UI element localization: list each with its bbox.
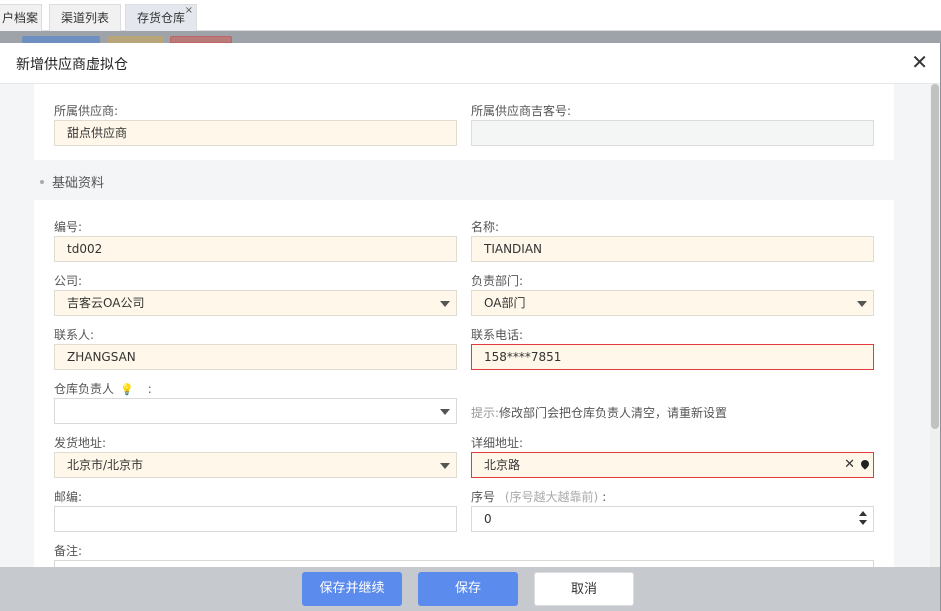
hint-text: 修改部门会把仓库负责人清空，请重新设置 bbox=[499, 406, 728, 420]
ship-address-value: 北京市/北京市 bbox=[67, 458, 144, 472]
stepper-down-icon[interactable] bbox=[859, 520, 867, 525]
supplier-field[interactable]: 甜点供应商 bbox=[54, 120, 457, 146]
basic-info-card: 编号: td002 名称: TIANDIAN 公司: 吉客云OA公司 负责部门:… bbox=[34, 200, 894, 567]
name-input[interactable]: TIANDIAN bbox=[471, 236, 874, 262]
save-button[interactable]: 保存 bbox=[418, 572, 518, 606]
tab-inventory-warehouse[interactable]: 存货仓库 × bbox=[125, 4, 197, 31]
cancel-button[interactable]: 取消 bbox=[534, 572, 634, 606]
background-button bbox=[170, 36, 232, 43]
company-label: 公司: bbox=[54, 274, 83, 288]
bullet-icon bbox=[40, 179, 44, 184]
seq-colon: : bbox=[602, 490, 607, 504]
contact-input[interactable]: ZHANGSAN bbox=[54, 344, 457, 370]
detail-address-label: 详细地址: bbox=[471, 436, 524, 450]
seq-label-text: 序号 bbox=[471, 490, 496, 504]
supplier-card: 所属供应商: 甜点供应商 所属供应商吉客号: bbox=[34, 84, 894, 160]
dept-select-value: OA部门 bbox=[484, 296, 526, 310]
section-title-text: 基础资料 bbox=[52, 176, 105, 191]
supplier-code-field bbox=[471, 120, 874, 146]
tab-label: 存货仓库 bbox=[136, 11, 185, 25]
caret-down-icon bbox=[440, 301, 450, 307]
background-button bbox=[22, 36, 100, 43]
manager-label: 仓库负责人 💡: bbox=[54, 380, 152, 397]
scrollbar-thumb[interactable] bbox=[931, 84, 939, 429]
tab-customer-archive[interactable]: 户档案 bbox=[0, 4, 42, 31]
hint-prefix: 提示: bbox=[471, 406, 500, 420]
modal-header: 新增供应商虚拟仓 ✕ bbox=[0, 43, 940, 84]
modal-footer: 保存并继续 保存 取消 bbox=[0, 567, 940, 611]
tab-close-icon[interactable]: × bbox=[185, 0, 193, 24]
add-supplier-virtual-warehouse-modal: 新增供应商虚拟仓 ✕ 所属供应商: 甜点供应商 所属供应商吉客号: 基础资料 编… bbox=[0, 43, 940, 611]
modal-body[interactable]: 所属供应商: 甜点供应商 所属供应商吉客号: 基础资料 编号: td002 名称… bbox=[0, 84, 930, 567]
tab-label: 渠道列表 bbox=[60, 11, 109, 25]
dept-hint: 提示:修改部门会把仓库负责人清空，请重新设置 bbox=[471, 404, 727, 421]
tab-bar: 户档案 渠道列表 存货仓库 × bbox=[0, 0, 941, 31]
company-select[interactable]: 吉客云OA公司 bbox=[54, 290, 457, 316]
tab-label: 户档案 bbox=[1, 11, 38, 25]
section-title: 基础资料 bbox=[40, 172, 104, 191]
ship-address-label: 发货地址: bbox=[54, 436, 107, 450]
number-input[interactable]: td002 bbox=[54, 236, 457, 262]
seq-value: 0 bbox=[484, 512, 492, 526]
name-label: 名称: bbox=[471, 220, 500, 234]
scrollbar[interactable] bbox=[930, 84, 940, 567]
detail-address-input[interactable]: 北京路 ✕ bbox=[471, 452, 874, 478]
seq-stepper[interactable]: 0 bbox=[471, 506, 874, 532]
zip-label: 邮编: bbox=[54, 490, 83, 504]
number-label: 编号: bbox=[54, 220, 83, 234]
detail-address-value: 北京路 bbox=[484, 458, 521, 472]
dept-select[interactable]: OA部门 bbox=[471, 290, 874, 316]
zip-input[interactable] bbox=[54, 506, 457, 532]
supplier-label: 所属供应商: bbox=[54, 104, 119, 118]
seq-label: 序号 (序号越大越靠前): bbox=[471, 488, 606, 505]
manager-label-colon: : bbox=[147, 382, 152, 396]
stepper-up-icon[interactable] bbox=[859, 511, 867, 516]
caret-down-icon bbox=[440, 463, 450, 469]
map-pin-icon[interactable] bbox=[859, 458, 871, 470]
tab-channel-list[interactable]: 渠道列表 bbox=[49, 4, 121, 31]
company-select-value: 吉客云OA公司 bbox=[67, 296, 145, 310]
caret-down-icon bbox=[857, 301, 867, 307]
remark-textarea[interactable] bbox=[54, 560, 874, 567]
modal-title: 新增供应商虚拟仓 bbox=[16, 57, 128, 73]
clear-icon[interactable]: ✕ bbox=[844, 453, 855, 477]
contact-label: 联系人: bbox=[54, 328, 95, 342]
manager-select[interactable] bbox=[54, 398, 457, 424]
caret-down-icon bbox=[440, 409, 450, 415]
background-button bbox=[108, 36, 164, 43]
seq-note: (序号越大越靠前) bbox=[504, 490, 599, 504]
stepper-arrows-icon[interactable] bbox=[859, 510, 869, 528]
supplier-code-label: 所属供应商吉客号: bbox=[471, 104, 572, 118]
remark-label: 备注: bbox=[54, 544, 83, 558]
phone-label: 联系电话: bbox=[471, 328, 524, 342]
manager-label-text: 仓库负责人 bbox=[54, 382, 115, 396]
save-and-continue-button[interactable]: 保存并继续 bbox=[302, 572, 402, 606]
dept-label: 负责部门: bbox=[471, 274, 524, 288]
ship-address-select[interactable]: 北京市/北京市 bbox=[54, 452, 457, 478]
lightbulb-icon: 💡 bbox=[120, 383, 134, 396]
phone-input[interactable]: 158****7851 bbox=[471, 344, 874, 370]
close-icon[interactable]: ✕ bbox=[911, 51, 928, 73]
